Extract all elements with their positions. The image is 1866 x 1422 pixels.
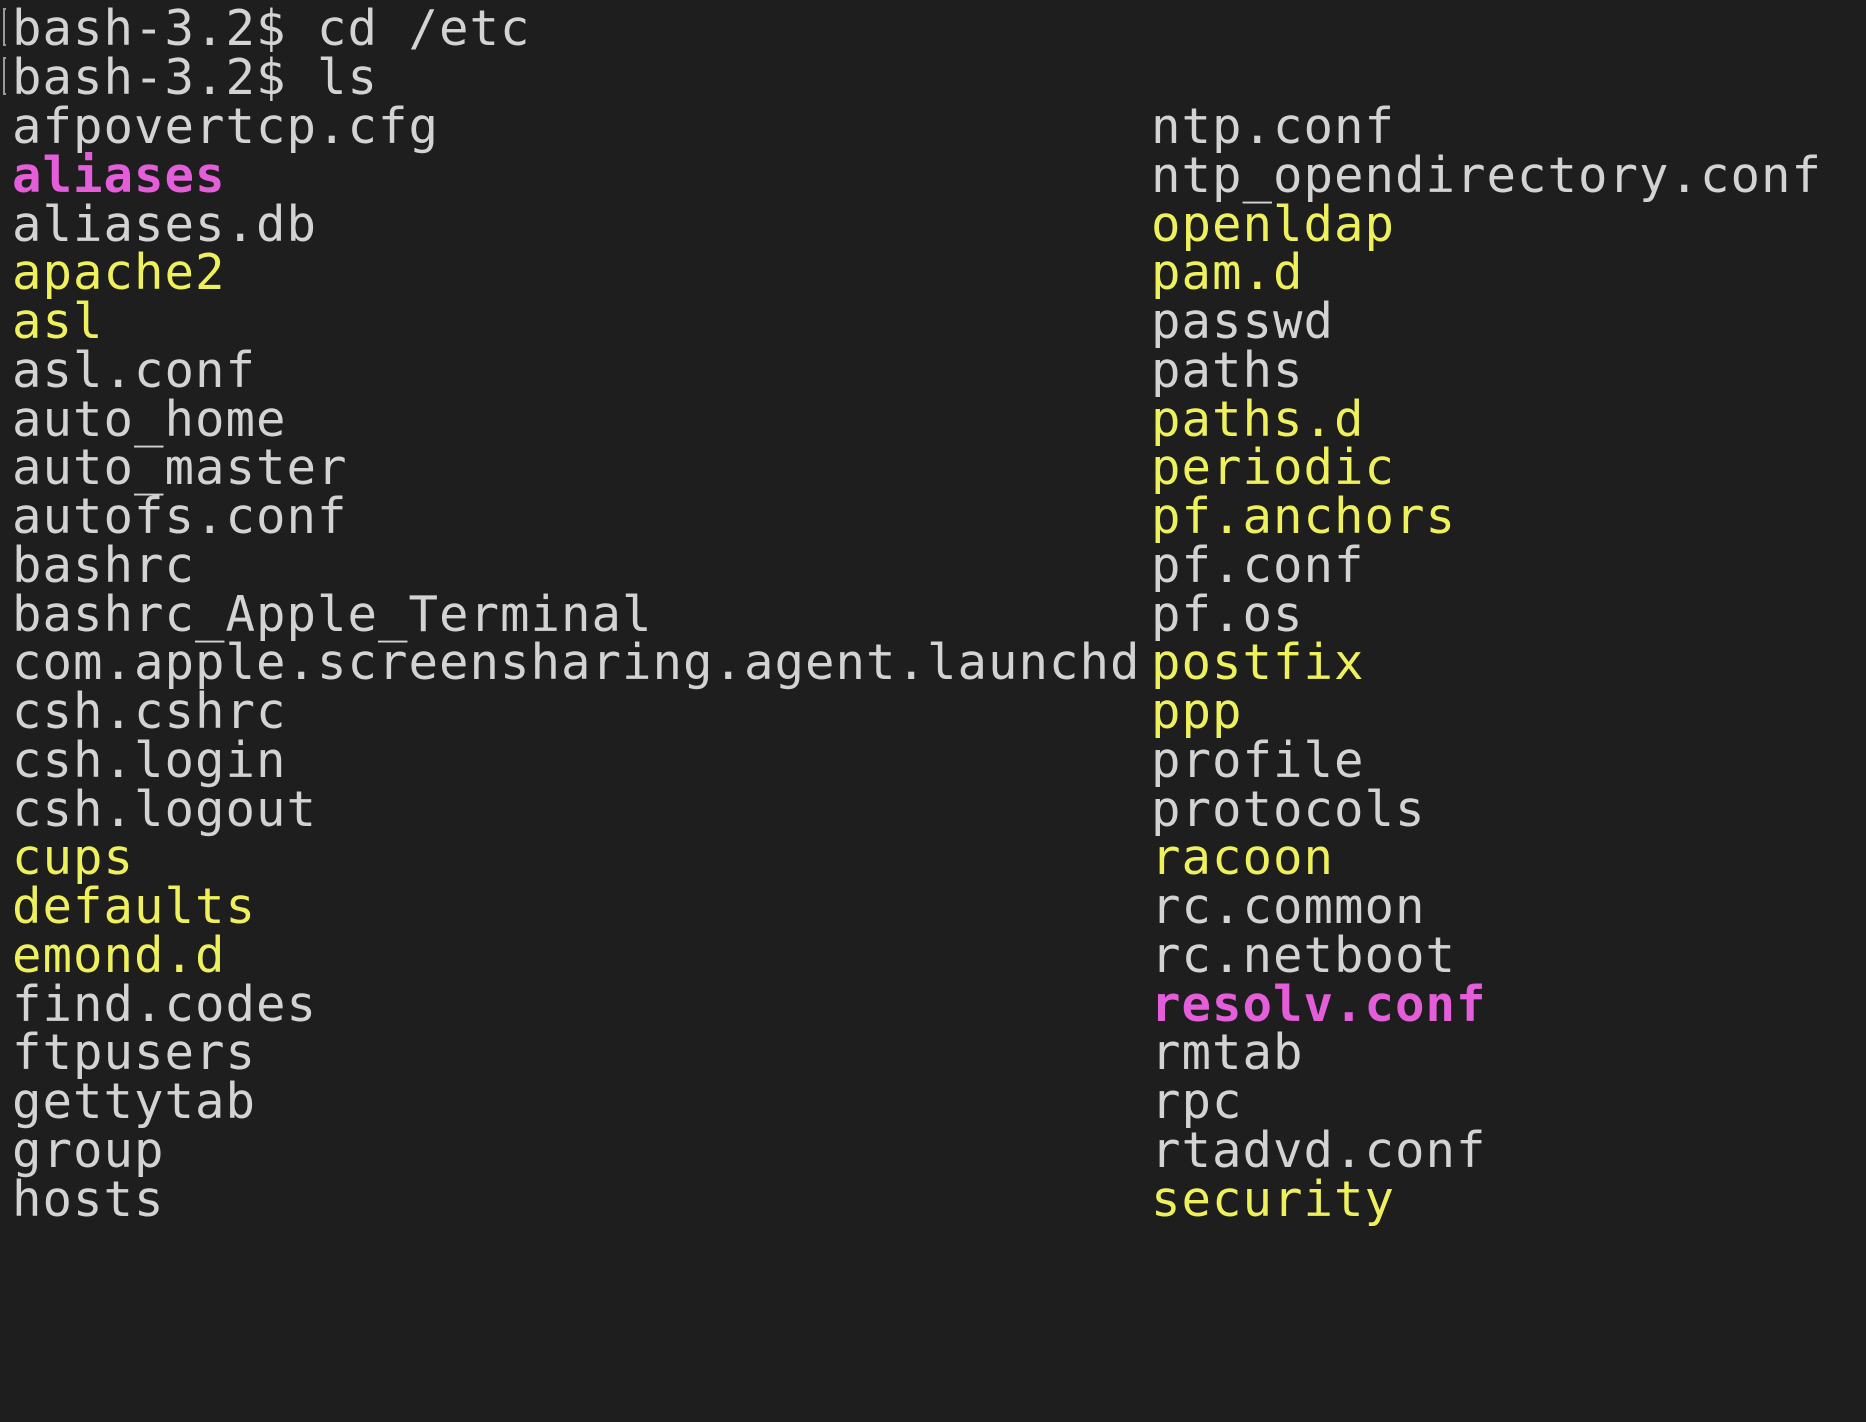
prompt-marker-icon [3,8,6,46]
right-entry-dir: security [1151,1170,1396,1228]
left-entry-file: hosts [12,1170,165,1228]
prompt-marker-icon [3,57,6,95]
terminal-window[interactable]: bash-3.2$ cd /etc bash-3.2$ ls afpovertc… [0,0,1866,1422]
